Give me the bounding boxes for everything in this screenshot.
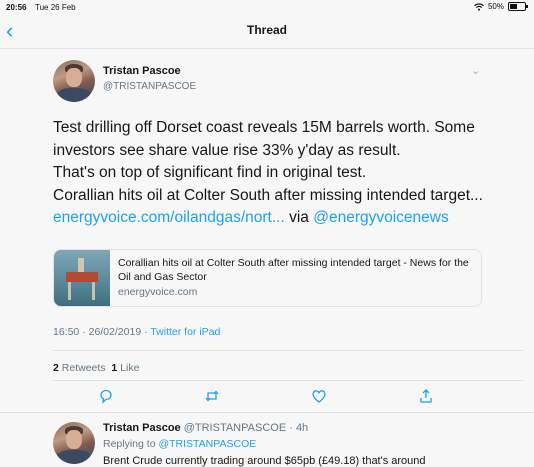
via-text: via xyxy=(289,209,309,226)
likes-stat[interactable]: 1 Like xyxy=(111,362,139,374)
page-title: Thread xyxy=(246,23,287,37)
tweet-stats: 2 Retweets 1 Like xyxy=(53,362,139,374)
share-icon[interactable] xyxy=(418,388,438,408)
card-domain: energyvoice.com xyxy=(118,286,198,298)
article-link[interactable]: energyvoice.com/oilandgas/nort... xyxy=(53,209,285,226)
wifi-icon xyxy=(474,2,484,11)
battery-icon xyxy=(508,2,528,11)
divider xyxy=(53,380,523,381)
via-handle-link[interactable]: @energyvoicenews xyxy=(313,209,449,226)
tweet-actions xyxy=(0,388,534,408)
replying-to-handle[interactable]: @TRISTANPASCOE xyxy=(158,438,256,450)
tweet-line: Test drilling off Dorset coast reveals 1… xyxy=(53,119,475,136)
replying-to-label: Replying to xyxy=(103,438,156,450)
retweet-icon[interactable] xyxy=(204,388,224,408)
chevron-down-icon[interactable]: ⌄ xyxy=(471,64,480,77)
replying-to: Replying to @TRISTANPASCOE xyxy=(103,438,256,450)
tweet-text: Test drilling off Dorset coast reveals 1… xyxy=(53,117,523,230)
link-preview-card[interactable]: Corallian hits oil at Colter South after… xyxy=(53,249,482,307)
reply-text: Brent Crude currently trading around $65… xyxy=(103,455,426,467)
reply-age: · 4h xyxy=(289,422,309,434)
reply-icon[interactable] xyxy=(98,388,118,408)
status-time: 20:56 xyxy=(6,3,27,12)
author-handle[interactable]: @TRISTANPASCOE xyxy=(103,81,196,92)
tweet-meta: 16:50 · 26/02/2019 · Twitter for iPad xyxy=(53,326,220,338)
reply-author-name[interactable]: Tristan Pascoe xyxy=(103,422,181,434)
retweets-stat[interactable]: 2 Retweets xyxy=(53,362,106,374)
status-right: 50% xyxy=(474,2,528,11)
reply-author-avatar[interactable] xyxy=(53,422,95,464)
status-date: Tue 26 Feb xyxy=(35,3,76,12)
reply-header: Tristan Pascoe @TRISTANPASCOE · 4h xyxy=(103,422,308,434)
tweet-line: Corallian hits oil at Colter South after… xyxy=(53,186,483,204)
nav-bar: ‹ Thread xyxy=(0,14,534,49)
meta-separator: · xyxy=(144,326,148,338)
card-thumbnail xyxy=(54,250,110,306)
tweet-link-line: energyvoice.com/oilandgas/nort... via @e… xyxy=(53,207,523,230)
tweet-line: investors see share value rise 33% y'day… xyxy=(53,141,401,159)
tweet-line: That's on top of significant find in ori… xyxy=(53,164,367,181)
author-avatar[interactable] xyxy=(53,60,95,102)
card-title: Corallian hits oil at Colter South after… xyxy=(118,257,469,283)
author-name[interactable]: Tristan Pascoe xyxy=(103,65,181,77)
divider xyxy=(0,412,534,413)
status-bar: 20:56 Tue 26 Feb 50% xyxy=(0,0,534,14)
tweet-timestamp: 16:50 · 26/02/2019 xyxy=(53,326,142,338)
like-icon[interactable] xyxy=(311,388,331,408)
tweet-source-link[interactable]: Twitter for iPad xyxy=(150,326,220,338)
reply-author-handle[interactable]: @TRISTANPASCOE xyxy=(184,422,286,434)
battery-percent: 50% xyxy=(487,2,504,11)
divider xyxy=(53,350,523,351)
